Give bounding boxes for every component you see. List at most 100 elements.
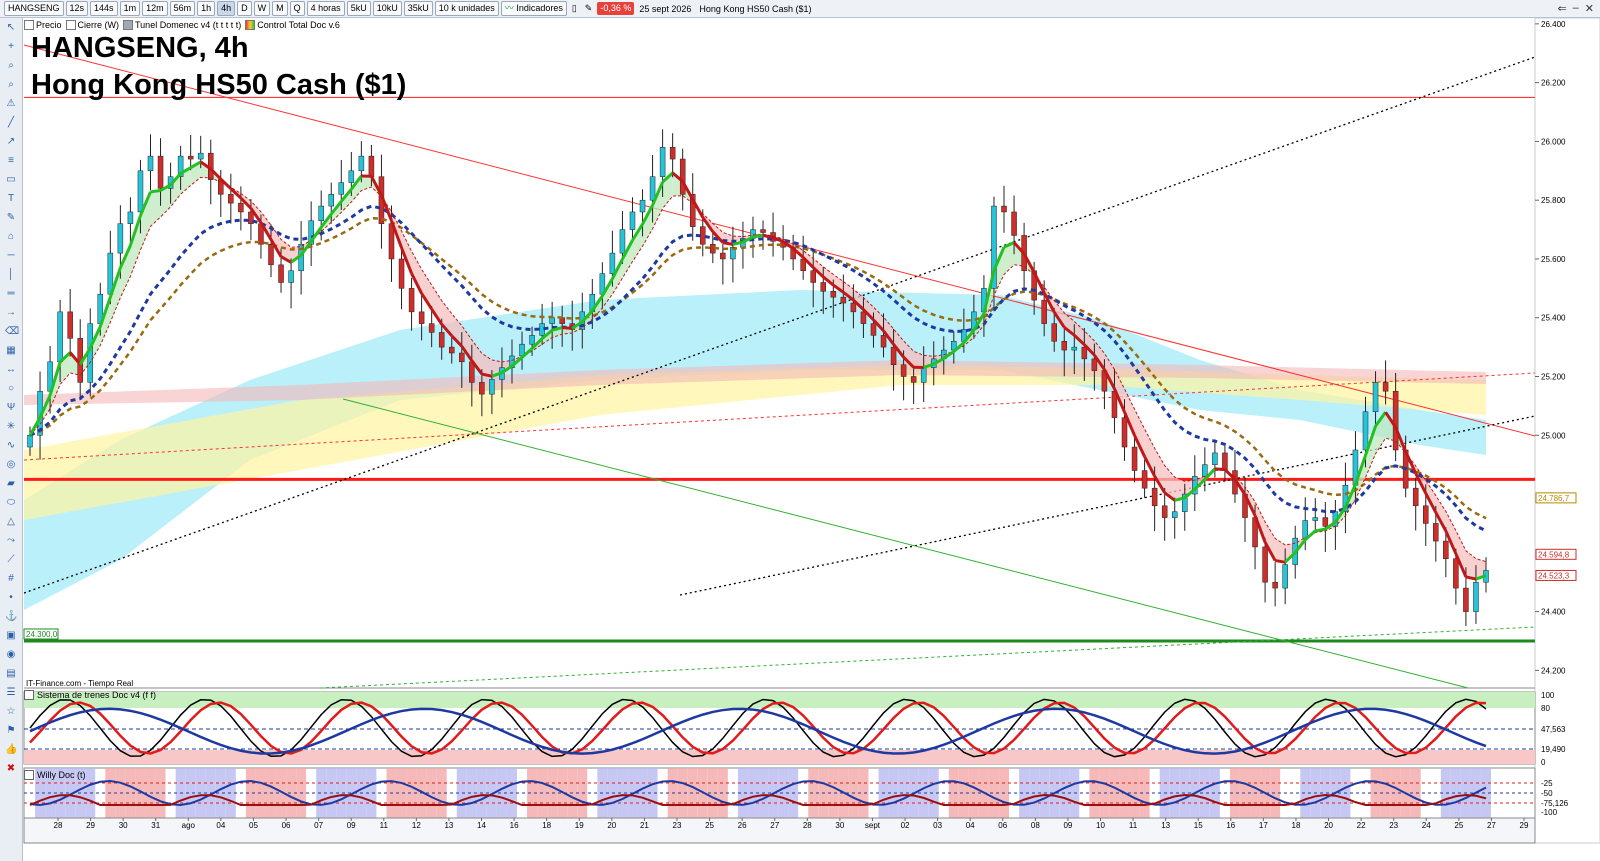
time-tick-label: 16	[1226, 821, 1235, 830]
brush-icon[interactable]: ▰	[5, 478, 17, 490]
pin-icon[interactable]: •	[5, 592, 17, 604]
toggle-label: Cierre (W)	[77, 19, 120, 30]
fib-icon[interactable]: ≡	[5, 155, 17, 167]
layers-icon[interactable]: ☰	[5, 687, 17, 699]
star-icon[interactable]: ☆	[5, 706, 17, 718]
timeframe-D[interactable]: D	[237, 1, 252, 16]
anchor-icon[interactable]: ⚓	[5, 611, 17, 623]
v-line-icon[interactable]: │	[5, 269, 17, 281]
grid-icon[interactable]: #	[5, 573, 17, 585]
gann-icon[interactable]: ✳	[5, 421, 17, 433]
volume-10kU[interactable]: 10kU	[372, 1, 402, 16]
zoom-icon[interactable]: ⌕	[5, 60, 17, 72]
timeframe-M[interactable]: M	[272, 1, 288, 16]
candle-body	[1362, 411, 1369, 451]
chart-canvas[interactable]: 26.400 26.200 26.000 25.800 25.600 25.400 25.2…	[0, 0, 1600, 861]
candle-body	[448, 346, 455, 354]
time-tick-label: 23	[1389, 821, 1398, 830]
trend-icon[interactable]: ↗	[5, 136, 17, 148]
pencil-icon[interactable]: ✎	[582, 3, 596, 14]
cycle-icon[interactable]: ◎	[5, 459, 17, 471]
timeframe-Q[interactable]: Q	[289, 1, 305, 16]
top-toolbar: HANGSENG 12s 144s 1m 12m 56m 1h 4h D W M Q 4 horas…	[0, 0, 1600, 18]
text-icon[interactable]: T	[5, 193, 17, 205]
cursor-icon[interactable]: ↖	[5, 22, 17, 34]
trash-icon[interactable]: ▤	[5, 668, 17, 680]
magnifier-icon[interactable]: ⌕	[5, 79, 17, 91]
circle-icon[interactable]: ○	[5, 383, 17, 395]
timeframe-144s[interactable]: 144s	[90, 1, 118, 16]
units-dropdown[interactable]: 10 k unidades	[434, 1, 499, 16]
timeframe-56m[interactable]: 56m	[169, 1, 196, 16]
channel-icon[interactable]: ═	[5, 288, 17, 300]
time-tick-label: 06	[998, 821, 1007, 830]
toggle-tunel[interactable]: Tunel Domenec v4 (t t t t t)	[123, 19, 241, 30]
delete-icon[interactable]: ✖	[5, 763, 17, 775]
timeframe-1h[interactable]: 1h	[197, 1, 216, 16]
toggle-control[interactable]: Control Total Doc v.6	[245, 19, 340, 30]
drawing-tool-icon[interactable]: ▯	[569, 3, 580, 14]
time-tick-label: 23	[673, 821, 682, 830]
indicators-button[interactable]: 〰 Indicadores	[500, 1, 567, 16]
toggle-cierre[interactable]: Cierre (W)	[65, 19, 120, 30]
osc2-label[interactable]: Willy Doc (t)	[24, 770, 86, 780]
toggle-precio[interactable]: Precio	[24, 19, 62, 30]
candle-body	[1463, 587, 1469, 612]
price-tick-label: 25.600	[1541, 255, 1566, 264]
candle-body	[1131, 446, 1138, 471]
time-tick-label: 19	[575, 821, 584, 830]
volume-5kU[interactable]: 5kU	[346, 1, 371, 16]
alert-icon[interactable]: ⚠	[5, 98, 17, 110]
path-icon[interactable]: ⤳	[5, 535, 17, 547]
candle-body	[720, 252, 726, 260]
tag-icon[interactable]: ⌂	[5, 231, 17, 243]
osc1-label[interactable]: Sistema de trenes Doc v4 (f f)	[24, 690, 156, 700]
period-dropdown[interactable]: 4 horas	[306, 1, 345, 16]
candle-body	[127, 211, 134, 224]
candle-body	[328, 194, 334, 207]
timeframe-4h[interactable]: 4h	[217, 1, 236, 16]
candle-body	[1151, 487, 1158, 507]
polyline-icon[interactable]: ⟋	[5, 554, 17, 566]
h-line-icon[interactable]: ─	[5, 250, 17, 262]
ellipse-icon[interactable]: ⬭	[5, 497, 17, 509]
timeframe-W[interactable]: W	[253, 1, 271, 16]
line-icon[interactable]: ╱	[5, 117, 17, 129]
time-tick-label: 04	[966, 821, 975, 830]
eye-icon[interactable]: ◉	[5, 649, 17, 661]
back-icon[interactable]: ⇐	[1557, 2, 1566, 15]
close-icon[interactable]: ✕	[1585, 2, 1594, 15]
rect-icon[interactable]: ▭	[5, 174, 17, 186]
candle-body	[479, 382, 485, 395]
time-tick-label: 26	[738, 821, 747, 830]
ruler-icon[interactable]: ▦	[5, 345, 17, 357]
lock-icon[interactable]: ▣	[5, 630, 17, 642]
thumb-icon[interactable]: 👍	[5, 744, 17, 756]
wave-icon[interactable]: ∿	[5, 440, 17, 452]
timeframe-1m[interactable]: 1m	[119, 1, 141, 16]
pencil-icon[interactable]: ✎	[5, 212, 17, 224]
measure-icon[interactable]: ↔	[5, 364, 17, 376]
minimize-icon[interactable]: –	[1573, 2, 1579, 15]
symbol-selector[interactable]: HANGSENG	[4, 1, 64, 16]
fast-ma-segment	[1315, 527, 1326, 533]
candle-body	[1081, 346, 1088, 360]
time-tick-label: sept	[865, 821, 881, 830]
triangle-icon[interactable]: △	[5, 516, 17, 528]
candle-body	[700, 226, 706, 245]
time-tick-label: 09	[347, 821, 356, 830]
eraser-icon[interactable]: ⌫	[5, 326, 19, 338]
indicators-label: Indicadores	[516, 3, 563, 13]
osc2-tick-label: -100	[1541, 808, 1558, 817]
timeframe-12s[interactable]: 12s	[65, 1, 89, 16]
price-badge-label-1: 24.594,8	[1538, 550, 1570, 559]
candle-body	[1272, 581, 1278, 589]
osc1-title: Sistema de trenes Doc v4 (f f)	[37, 690, 157, 700]
timeframe-12m[interactable]: 12m	[142, 1, 168, 16]
volume-35kU[interactable]: 35kU	[403, 1, 433, 16]
pitchfork-icon[interactable]: Ψ	[5, 402, 17, 414]
arrow-icon[interactable]: →	[5, 307, 17, 319]
time-tick-label: 22	[1357, 821, 1366, 830]
flag-icon[interactable]: ⚑	[5, 725, 17, 737]
crosshair-icon[interactable]: +	[5, 41, 17, 53]
